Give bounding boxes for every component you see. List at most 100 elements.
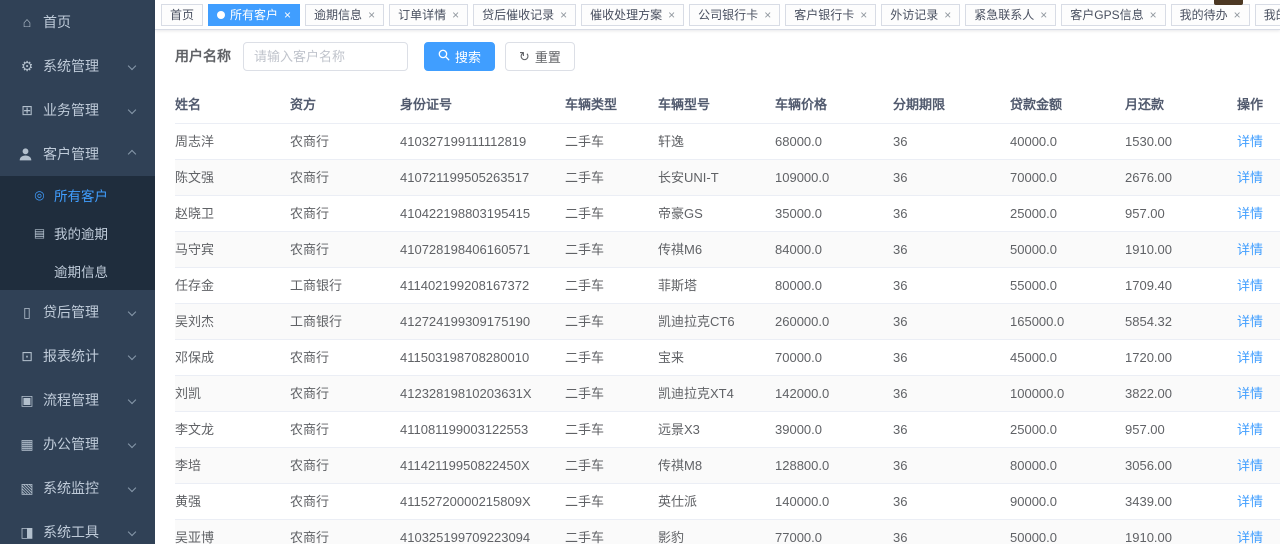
cell-name: 李文龙 — [175, 412, 290, 448]
tab-我的流程[interactable]: 我的流程× — [1255, 4, 1280, 26]
tab-首页[interactable]: 首页 — [161, 4, 203, 26]
sidebar-item-all-customers[interactable]: ◎所有客户 — [0, 176, 155, 214]
close-icon[interactable]: × — [560, 9, 567, 21]
detail-link[interactable]: 详情 — [1237, 278, 1263, 293]
cell-term: 36 — [893, 196, 1010, 232]
close-icon[interactable]: × — [284, 9, 291, 21]
close-icon[interactable]: × — [764, 9, 771, 21]
close-icon[interactable]: × — [944, 9, 951, 21]
cell-vehicle_type: 二手车 — [565, 412, 658, 448]
chevron-down-icon — [128, 440, 136, 448]
cell-term: 36 — [893, 340, 1010, 376]
cell-vehicle_type: 二手车 — [565, 196, 658, 232]
column-header: 姓名 — [175, 84, 290, 124]
detail-link[interactable]: 详情 — [1237, 350, 1263, 365]
close-icon[interactable]: × — [1234, 9, 1241, 21]
sidebar-item-loan-mgmt[interactable]: ▯贷后管理 — [0, 290, 155, 334]
sidebar-item-report-stats[interactable]: ⊡ 报表统计 — [0, 334, 155, 378]
sidebar-item-my-overdue[interactable]: ▤我的逾期 — [0, 214, 155, 252]
detail-link[interactable]: 详情 — [1237, 170, 1263, 185]
cell-action: 详情 — [1237, 268, 1280, 304]
sidebar-item-office-mgmt[interactable]: ▦办公管理 — [0, 422, 155, 466]
sidebar-item-label: 报表统计 — [43, 346, 99, 366]
sidebar-item-home[interactable]: ⌂首页 — [0, 0, 155, 44]
sidebar-item-label: 所有客户 — [54, 185, 108, 205]
sidebar-item-system-monitor[interactable]: ▧系统监控 — [0, 466, 155, 510]
table-row: 黄强农商行41152720000215809X二手车英仕派140000.0369… — [175, 484, 1280, 520]
tab-外访记录[interactable]: 外访记录× — [881, 4, 960, 26]
sidebar-item-business-mgmt[interactable]: ⊞业务管理 — [0, 88, 155, 132]
cell-id_card: 410327199111112819 — [400, 124, 565, 160]
cell-action: 详情 — [1237, 520, 1280, 544]
tools-icon: ◨ — [18, 525, 36, 539]
table-row: 吴亚博农商行410325199709223094二手车影豹77000.03650… — [175, 520, 1280, 544]
reset-button[interactable]: ↻ 重置 — [505, 42, 575, 71]
detail-link[interactable]: 详情 — [1237, 206, 1263, 221]
search-label: 用户名称 — [175, 46, 231, 66]
close-icon[interactable]: × — [668, 9, 675, 21]
tab-订单详情[interactable]: 订单详情× — [389, 4, 468, 26]
cell-model: 英仕派 — [658, 484, 775, 520]
cell-id_card: 41152720000215809X — [400, 484, 565, 520]
cell-funder: 农商行 — [290, 160, 400, 196]
sidebar-item-overdue-info[interactable]: 逾期信息 — [0, 252, 155, 290]
cell-vehicle_type: 二手车 — [565, 484, 658, 520]
tab-label: 客户GPS信息 — [1070, 6, 1143, 23]
chevron-up-icon — [128, 150, 136, 158]
chevron-down-icon — [128, 106, 136, 114]
tab-逾期信息[interactable]: 逾期信息× — [305, 4, 384, 26]
home-icon: ⌂ — [18, 15, 36, 29]
cell-model: 菲斯塔 — [658, 268, 775, 304]
tab-公司银行卡[interactable]: 公司银行卡× — [689, 4, 780, 26]
column-header: 贷款金额 — [1010, 84, 1125, 124]
cell-funder: 农商行 — [290, 196, 400, 232]
tags-bar: 首页所有客户×逾期信息×订单详情×贷后催收记录×催收处理方案×公司银行卡×客户银… — [155, 0, 1280, 30]
tab-紧急联系人[interactable]: 紧急联系人× — [965, 4, 1056, 26]
business-icon: ⊞ — [18, 103, 36, 117]
cell-price: 70000.0 — [775, 340, 893, 376]
table-row: 邓保成农商行411503198708280010二手车宝来70000.03645… — [175, 340, 1280, 376]
tab-所有客户[interactable]: 所有客户× — [208, 4, 300, 26]
detail-link[interactable]: 详情 — [1237, 314, 1263, 329]
tab-贷后催收记录[interactable]: 贷后催收记录× — [473, 4, 576, 26]
cell-vehicle_type: 二手车 — [565, 232, 658, 268]
close-icon[interactable]: × — [368, 9, 375, 21]
cell-model: 凯迪拉克XT4 — [658, 376, 775, 412]
tab-客户GPS信息[interactable]: 客户GPS信息 × — [1061, 4, 1165, 26]
close-icon[interactable]: × — [1040, 9, 1047, 21]
sidebar-item-process-mgmt[interactable]: ▣流程管理 — [0, 378, 155, 422]
column-header: 车辆类型 — [565, 84, 658, 124]
detail-link[interactable]: 详情 — [1237, 242, 1263, 257]
tab-我的待办[interactable]: 我的待办× — [1171, 4, 1250, 26]
loan-icon: ▯ — [18, 305, 36, 319]
cell-monthly: 957.00 — [1125, 196, 1237, 232]
report-icon: ⊡ — [18, 349, 36, 363]
tab-催收处理方案[interactable]: 催收处理方案× — [581, 4, 684, 26]
detail-link[interactable]: 详情 — [1237, 458, 1263, 473]
customer-name-input[interactable] — [243, 42, 408, 71]
cell-funder: 农商行 — [290, 376, 400, 412]
cell-monthly: 1910.00 — [1125, 520, 1237, 544]
cell-price: 142000.0 — [775, 376, 893, 412]
tab-客户银行卡[interactable]: 客户银行卡× — [785, 4, 876, 26]
close-icon[interactable]: × — [1150, 9, 1157, 21]
cell-loan: 100000.0 — [1010, 376, 1125, 412]
detail-link[interactable]: 详情 — [1237, 386, 1263, 401]
detail-link[interactable]: 详情 — [1237, 134, 1263, 149]
detail-link[interactable]: 详情 — [1237, 494, 1263, 509]
sidebar-item-system-mgmt[interactable]: ⚙系统管理 — [0, 44, 155, 88]
chevron-down-icon — [128, 528, 136, 536]
cell-monthly: 3439.00 — [1125, 484, 1237, 520]
sidebar-item-customer-mgmt[interactable]: 客户管理 — [0, 132, 155, 176]
detail-link[interactable]: 详情 — [1237, 530, 1263, 544]
close-icon[interactable]: × — [860, 9, 867, 21]
cell-name: 陈文强 — [175, 160, 290, 196]
cell-price: 68000.0 — [775, 124, 893, 160]
cell-price: 109000.0 — [775, 160, 893, 196]
detail-link[interactable]: 详情 — [1237, 422, 1263, 437]
search-button[interactable]: 搜索 — [424, 42, 495, 71]
app-root: ⌂首页⚙系统管理⊞业务管理客户管理◎所有客户▤我的逾期逾期信息▯贷后管理⊡报表统… — [0, 0, 1280, 544]
close-icon[interactable]: × — [452, 9, 459, 21]
sidebar-item-system-tools[interactable]: ◨系统工具 — [0, 510, 155, 544]
cell-monthly: 3822.00 — [1125, 376, 1237, 412]
